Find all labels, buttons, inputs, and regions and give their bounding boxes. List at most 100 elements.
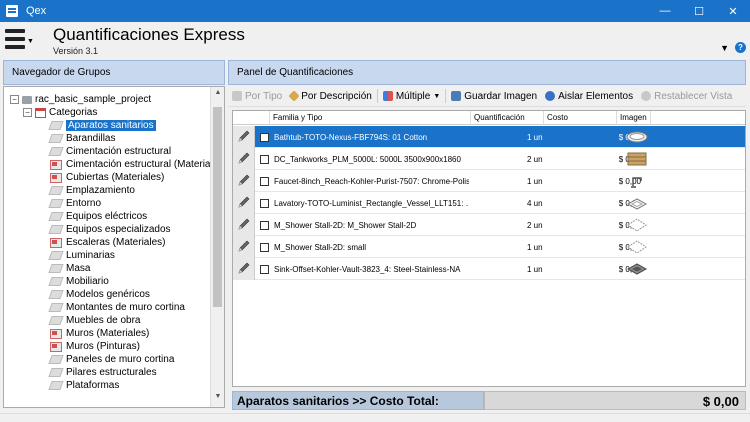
scroll-down-icon[interactable]: ▼ xyxy=(211,393,224,405)
hamburger-menu-button[interactable]: ▼ xyxy=(2,25,34,55)
app-header: ▼ Quantificaciones Express Versión 3.1 ▼… xyxy=(0,22,750,60)
maximize-button[interactable]: ☐ xyxy=(682,0,716,22)
tree-item-label: Cimentación estructural (Material xyxy=(66,159,213,170)
edit-row-button[interactable] xyxy=(233,170,255,192)
multiple-dropdown[interactable]: Múltiple ▼ xyxy=(379,87,444,106)
edit-row-button[interactable] xyxy=(233,258,255,280)
cell-quantificacion: 1 un xyxy=(527,242,543,252)
tree-item[interactable]: Plataformas xyxy=(48,379,119,392)
tree-item-label: Muros (Pinturas) xyxy=(66,341,140,352)
cell-familia: Sink-Offset-Kohler-Vault-3823_4: Steel-S… xyxy=(274,264,461,274)
status-bar xyxy=(0,413,750,422)
bathtub-thumbnail xyxy=(622,126,652,148)
cell-quantificacion: 1 un xyxy=(527,176,543,186)
minimize-button[interactable]: — xyxy=(648,0,682,22)
tree-scrollbar[interactable]: ▲ ▼ xyxy=(210,87,224,407)
row-checkbox[interactable] xyxy=(259,192,269,214)
category-icon xyxy=(48,212,64,221)
row-checkbox[interactable] xyxy=(259,214,269,236)
tree-item-label: Cimentación estructural xyxy=(66,146,172,157)
scroll-up-icon[interactable]: ▲ xyxy=(211,89,224,101)
row-checkbox[interactable] xyxy=(259,236,269,258)
row-checkbox[interactable] xyxy=(259,126,269,148)
tree-item[interactable]: Luminarias xyxy=(48,249,115,262)
tree-root[interactable]: − rac_basic_sample_project xyxy=(10,93,151,106)
tree-item[interactable]: Cimentación estructural xyxy=(48,145,172,158)
category-icon xyxy=(48,290,64,299)
tree-item[interactable]: Muros (Materiales) xyxy=(50,327,149,340)
column-header-imagen[interactable]: Imagen xyxy=(617,111,651,125)
pencil-icon xyxy=(237,261,251,277)
category-icon xyxy=(48,316,64,325)
tree-item[interactable]: Modelos genéricos xyxy=(48,288,150,301)
quantification-grid[interactable]: Familia y Tipo Quantificación Costo Imag… xyxy=(232,110,746,387)
tree-item[interactable]: Masa xyxy=(48,262,90,275)
material-category-icon xyxy=(50,237,62,248)
tree-item-label: Equipos especializados xyxy=(66,224,171,235)
edit-row-button[interactable] xyxy=(233,126,255,148)
column-header-costo[interactable]: Costo xyxy=(544,111,617,125)
category-icon xyxy=(35,107,46,118)
group-tree[interactable]: − rac_basic_sample_project − Categorias … xyxy=(3,86,225,408)
tree-item[interactable]: Muros (Pinturas) xyxy=(50,340,140,353)
quantification-panel-header: Panel de Quantificaciones xyxy=(228,60,746,85)
edit-row-button[interactable] xyxy=(233,192,255,214)
tree-item[interactable]: Escaleras (Materiales) xyxy=(50,236,165,249)
collapse-icon[interactable]: − xyxy=(10,95,19,104)
table-row[interactable]: M_Shower Stall-2D: small1 un$ 0,00 xyxy=(233,236,745,258)
table-row[interactable]: DC_Tankworks_PLM_5000L: 5000L 3500x900x1… xyxy=(233,148,745,170)
edit-row-button[interactable] xyxy=(233,236,255,258)
aislar-elementos-button[interactable]: Aislar Elementos xyxy=(541,87,637,106)
material-category-icon xyxy=(50,172,62,183)
guardar-imagen-button[interactable]: Guardar Imagen xyxy=(447,87,541,106)
edit-row-button[interactable] xyxy=(233,214,255,236)
edit-row-button[interactable] xyxy=(233,148,255,170)
scroll-thumb[interactable] xyxy=(213,107,222,307)
tree-categories[interactable]: − Categorias xyxy=(23,106,97,119)
table-row[interactable]: M_Shower Stall-2D: M_Shower Stall-2D 2 un… xyxy=(233,214,745,236)
collapse-icon[interactable]: − xyxy=(23,108,32,117)
table-row[interactable]: Lavatory-TOTO-Luminist_Rectangle_Vessel_… xyxy=(233,192,745,214)
filter-icon xyxy=(232,91,242,101)
row-checkbox[interactable] xyxy=(259,170,269,192)
tree-item[interactable]: Equipos especializados xyxy=(48,223,171,236)
help-icon[interactable]: ? xyxy=(735,42,746,53)
close-button[interactable]: ✕ xyxy=(716,0,750,22)
por-tipo-button[interactable]: Por Tipo xyxy=(228,87,286,106)
pencil-icon xyxy=(237,129,251,145)
tree-item[interactable]: Pilares estructurales xyxy=(48,366,157,379)
group-navigator-title: Navegador de Grupos xyxy=(12,67,111,78)
column-header-quantificacion[interactable]: Quantificación xyxy=(471,111,544,125)
tree-item[interactable]: Barandillas xyxy=(48,132,115,145)
row-checkbox[interactable] xyxy=(259,258,269,280)
tag-icon xyxy=(288,90,300,102)
table-row[interactable]: Sink-Offset-Kohler-Vault-3823_4: Steel-S… xyxy=(233,258,745,280)
tree-item[interactable]: Emplazamiento xyxy=(48,184,135,197)
table-row[interactable]: Faucet-8inch_Reach-Kohler-Purist-7507: C… xyxy=(233,170,745,192)
tree-item-label: Pilares estructurales xyxy=(66,367,157,378)
tree-item[interactable]: Mobiliario xyxy=(48,275,109,288)
restablecer-vista-button[interactable]: Restablecer Vista xyxy=(637,87,736,106)
tree-item[interactable]: Cimentación estructural (Material xyxy=(50,158,213,171)
cell-familia: DC_Tankworks_PLM_5000L: 5000L 3500x900x1… xyxy=(274,154,461,164)
material-category-icon xyxy=(50,159,62,170)
total-label: Aparatos sanitarios >> Costo Total: xyxy=(232,391,484,410)
table-row[interactable]: Bathtub-TOTO-Nexus-FBF794S: 01 Cotton 1 u… xyxy=(233,126,745,148)
tree-item[interactable]: Equipos eléctricos xyxy=(48,210,147,223)
tree-item[interactable]: Montantes de muro cortina xyxy=(48,301,185,314)
tree-item[interactable]: Muebles de obra xyxy=(48,314,141,327)
tree-item-label: Muros (Materiales) xyxy=(66,328,150,339)
por-descripcion-button[interactable]: Por Descripción xyxy=(286,87,376,106)
row-checkbox[interactable] xyxy=(259,148,269,170)
pencil-icon xyxy=(237,239,251,255)
column-header-familia[interactable]: Familia y Tipo xyxy=(270,111,471,125)
category-icon xyxy=(48,381,64,390)
collapse-ribbon-icon[interactable]: ▼ xyxy=(720,43,729,53)
tree-item[interactable]: Entorno xyxy=(48,197,101,210)
tree-categories-label: Categorias xyxy=(49,107,98,118)
cell-quantificacion: 4 un xyxy=(527,198,543,208)
tree-item[interactable]: Aparatos sanitarios xyxy=(48,119,156,132)
tree-item[interactable]: Cubiertas (Materiales) xyxy=(50,171,164,184)
tree-item[interactable]: Paneles de muro cortina xyxy=(48,353,174,366)
tree-item-label: Montantes de muro cortina xyxy=(66,302,185,313)
